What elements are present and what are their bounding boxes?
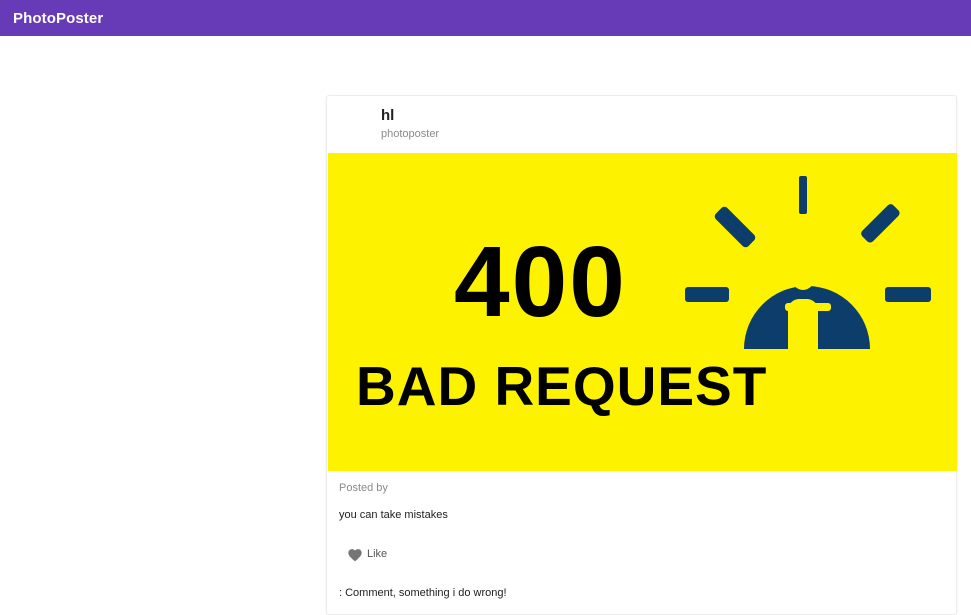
like-label: Like [367, 548, 388, 560]
post-card: hl photoposter 400 BAD REQUEST Posted by… [326, 95, 957, 615]
post-subtitle: photoposter [381, 128, 440, 140]
posted-by-label: Posted by [339, 482, 388, 494]
comment-text: : Comment, something i do wrong! [339, 587, 507, 599]
image-sub-text: BAD REQUEST [356, 355, 767, 417]
post-image-graphic: 400 BAD REQUEST [328, 153, 957, 471]
image-code-text: 400 [454, 226, 627, 338]
app-bar: PhotoPoster [0, 0, 971, 36]
post-text: you can take mistakes [339, 509, 448, 521]
post-image: 400 BAD REQUEST [328, 153, 957, 471]
post-header: hl photoposter [327, 96, 956, 153]
post-title: hl [381, 107, 395, 124]
like-button[interactable]: Like [339, 543, 395, 565]
app-title[interactable]: PhotoPoster [13, 10, 103, 27]
heart-icon [347, 547, 363, 562]
